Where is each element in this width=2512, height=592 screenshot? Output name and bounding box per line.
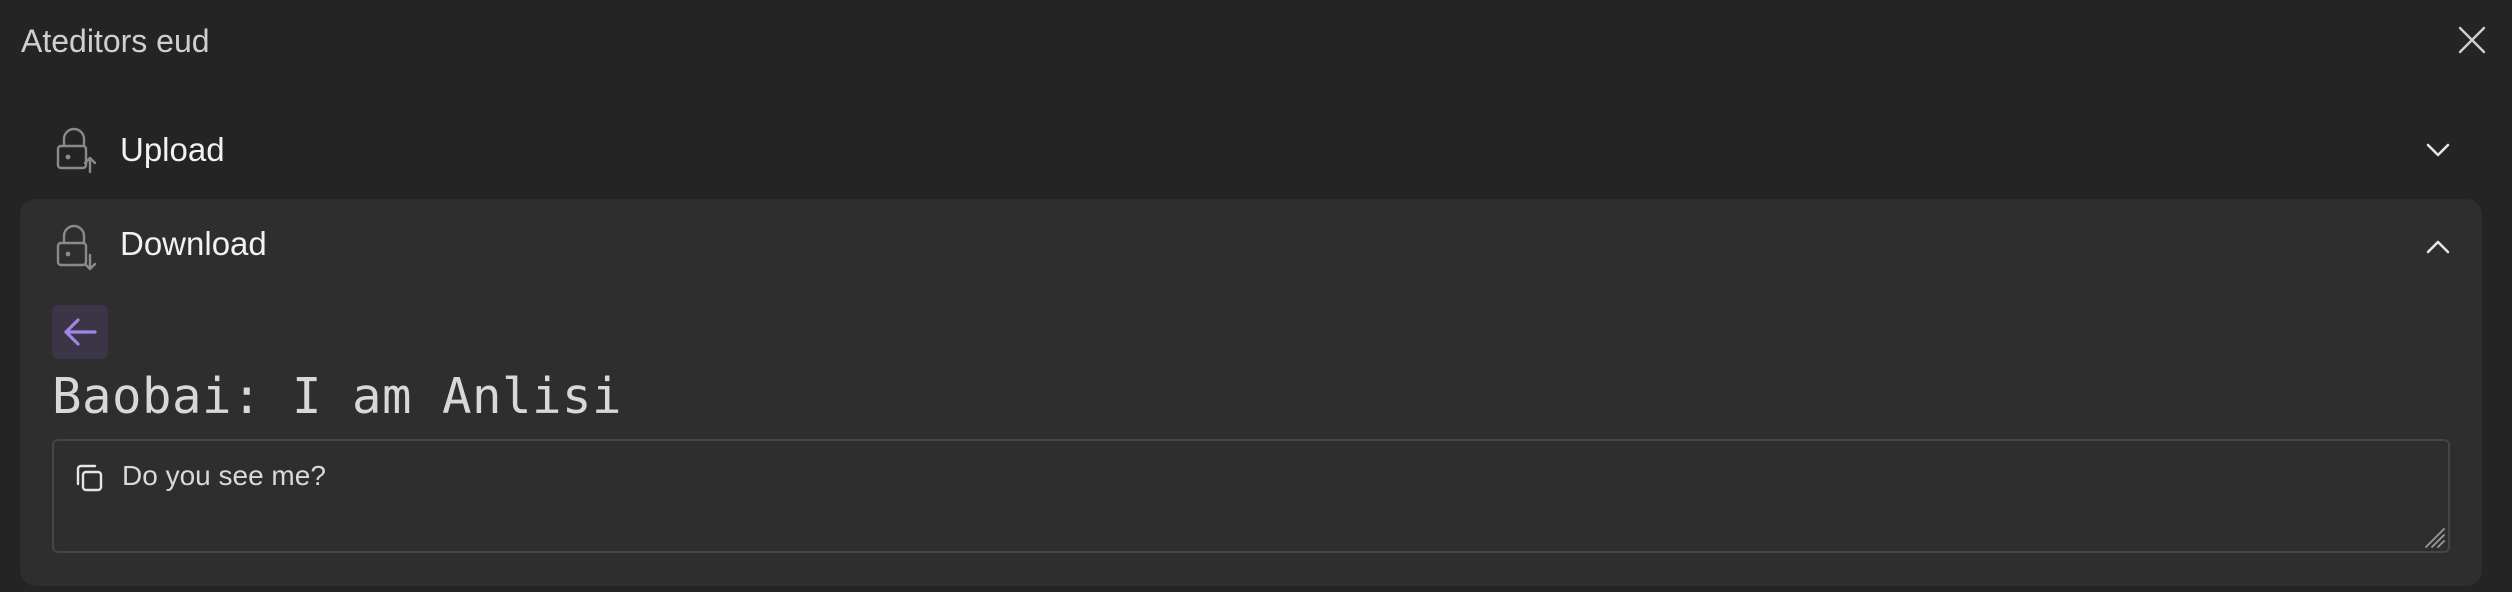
message-title: Baobai: I am Anlisi	[52, 368, 623, 425]
upload-section-header[interactable]: Upload	[20, 102, 2482, 198]
dialog-window: Ateditors eud Upload Download Baobai: I …	[0, 0, 2512, 592]
copy-icon[interactable]	[72, 461, 106, 495]
resize-handle-icon[interactable]	[2420, 523, 2446, 549]
download-label: Download	[120, 225, 267, 262]
download-section: Download Baobai: I am Anlisi Do you see …	[20, 199, 2482, 586]
chevron-up-icon	[2426, 240, 2450, 254]
close-icon	[2458, 26, 2486, 54]
close-button[interactable]	[2450, 18, 2494, 62]
upload-label: Upload	[120, 131, 225, 168]
arrow-left-icon	[64, 318, 97, 346]
message-box: Do you see me?	[52, 439, 2450, 553]
chevron-down-icon	[2426, 143, 2450, 157]
download-section-header[interactable]: Download	[20, 199, 2482, 295]
message-textarea[interactable]: Do you see me?	[122, 459, 2422, 539]
dialog-title: Ateditors eud	[21, 23, 210, 59]
lock-download-icon	[56, 224, 97, 271]
lock-upload-icon	[56, 127, 97, 174]
dialog-header: Ateditors eud	[0, 0, 2512, 82]
back-button[interactable]	[52, 305, 108, 359]
